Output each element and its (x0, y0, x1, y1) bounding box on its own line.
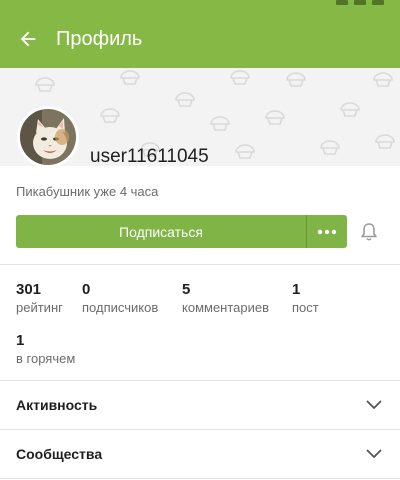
stat-label: комментариев (182, 300, 270, 315)
notification-bell-button[interactable] (355, 219, 383, 245)
avatar[interactable] (17, 106, 79, 168)
page-title: Профиль (56, 27, 143, 50)
stat-label: подписчиков (82, 300, 159, 315)
member-since: Пикабушник уже 4 часа (16, 184, 159, 199)
chevron-down-icon (366, 400, 382, 409)
more-button[interactable] (306, 215, 347, 248)
stat-hot: 1 в горячем (16, 332, 75, 366)
stat-value: 301 (16, 281, 42, 298)
stat-rating: 301 рейтинг (16, 281, 63, 315)
username: user11611045 (90, 146, 209, 167)
signal-icon (336, 0, 348, 5)
chevron-down-icon (366, 449, 382, 458)
bell-icon (361, 223, 377, 241)
status-icons (336, 0, 384, 6)
arrow-left-icon (20, 31, 36, 47)
action-row: Подписаться (16, 215, 347, 248)
stat-label: пост (292, 300, 319, 315)
stat-subscribers: 0 подписчиков (82, 281, 158, 315)
stat-value: 5 (182, 281, 191, 298)
subscribe-label: Подписаться (119, 223, 203, 240)
stat-value: 1 (292, 281, 301, 298)
section-label: Сообщества (16, 446, 103, 462)
divider (0, 478, 400, 479)
divider (0, 264, 400, 265)
back-button[interactable] (0, 10, 56, 68)
stat-label: в горячем (16, 351, 76, 366)
battery-icon (372, 0, 384, 5)
section-label: Активность (16, 397, 98, 413)
stat-label: рейтинг (16, 300, 63, 315)
section-communities[interactable]: Сообщества (0, 430, 400, 478)
more-dots-icon (317, 229, 337, 234)
status-bar (0, 0, 400, 10)
section-activity[interactable]: Активность (0, 381, 400, 429)
subscribe-button[interactable]: Подписаться (16, 215, 306, 248)
stat-value: 1 (16, 332, 25, 349)
app-bar: Профиль (0, 10, 400, 68)
wifi-icon (354, 0, 366, 5)
cat-photo (20, 109, 76, 165)
stat-value: 0 (82, 281, 91, 298)
stat-comments: 5 комментариев (182, 281, 269, 315)
stat-posts: 1 пост (292, 281, 319, 315)
